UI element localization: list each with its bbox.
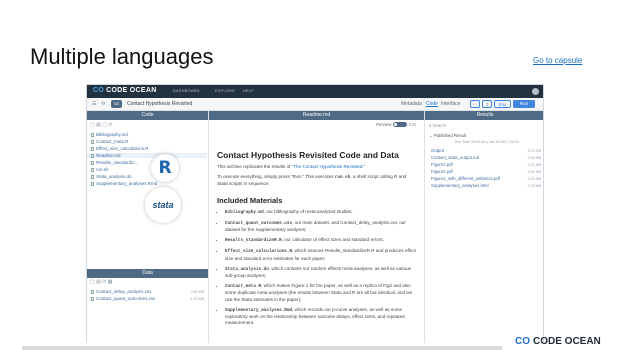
- data-pane-header: Data: [87, 269, 208, 278]
- capsule-title: Contact Hypothesis Revisited: [127, 101, 193, 107]
- readme-pane: Readme.md Preview Edit Contact Hypothesi…: [209, 111, 425, 345]
- file-item[interactable]: Bibliography.md: [91, 132, 128, 137]
- nav-dashboard[interactable]: DASHBOARD: [173, 89, 200, 93]
- result-file[interactable]: Figure2.pdf: [431, 169, 453, 174]
- top-nav: CO CODE OCEAN DASHBOARD EXPLORE HELP: [87, 85, 543, 98]
- result-file[interactable]: Figure1.pdf: [431, 162, 453, 167]
- data-file-item[interactable]: Contact_quant_outcomes.csv: [91, 296, 155, 301]
- file-item[interactable]: run.sh: [91, 167, 109, 172]
- r-language-logo: R: [151, 154, 179, 182]
- code-tools[interactable]: ▢ ▤ ▢ ⟳: [90, 122, 113, 129]
- footer-bar: [22, 346, 502, 350]
- tab-metadata[interactable]: Metadata: [401, 101, 422, 107]
- readme-intro: This archive replicates the results of "…: [217, 164, 366, 169]
- paper-link[interactable]: "The Contact Hypothesis Revisited.": [292, 164, 366, 169]
- history-icon[interactable]: ⟲: [101, 101, 105, 107]
- menu-icon[interactable]: ☰: [92, 101, 96, 107]
- result-file-size: 0.02 MB: [527, 156, 541, 160]
- capsule-version-badge[interactable]: v2: [111, 100, 122, 108]
- result-file-size: 0.01 MB: [527, 177, 541, 181]
- more-icon[interactable]: ⋯: [470, 100, 480, 108]
- list-item: Effect_size_calculations.R, which source…: [225, 248, 417, 261]
- app-logo[interactable]: CO CODE OCEAN: [93, 87, 157, 94]
- tab-code[interactable]: Code: [426, 101, 438, 107]
- file-item-selected[interactable]: Readme.md: [87, 153, 207, 158]
- published-result[interactable]: ⌄ Published Result: [429, 133, 466, 139]
- code-pane-header: Code: [87, 111, 208, 120]
- preview-toggle[interactable]: Preview Edit: [376, 122, 416, 127]
- footer-logo: CO CODE OCEAN: [515, 336, 601, 347]
- nav-explore[interactable]: EXPLORE: [215, 89, 235, 93]
- readme-header: Readme.md: [209, 111, 424, 120]
- section-heading: Included Materials: [217, 195, 283, 205]
- file-item[interactable]: Effect_size_calculations.R: [91, 146, 148, 151]
- result-file-size: 0.01 KB: [528, 149, 541, 153]
- list-item: Bibliography.md, our bibliography of met…: [225, 209, 417, 216]
- slide-title: Multiple languages: [30, 44, 214, 69]
- stata-language-logo: stata: [145, 187, 181, 223]
- published-meta: Run Time: 00:00:01s | Jan 26 2017 | 15:2…: [455, 140, 519, 144]
- file-item[interactable]: Contact_meta.R: [91, 139, 129, 144]
- list-item: Contact_quant_outcomes.csv, our main dat…: [225, 220, 417, 233]
- results-pane: Results ⌕ Search ⌄ Published Result Run …: [425, 111, 543, 345]
- toggle-switch[interactable]: [393, 122, 408, 127]
- result-file[interactable]: Output: [431, 148, 444, 153]
- result-file[interactable]: Contact_stata_output.md: [431, 155, 479, 160]
- result-file-size: 0.76 MB: [527, 184, 541, 188]
- materials-list: Bibliography.md, our bibliography of met…: [217, 209, 417, 327]
- data-tools[interactable]: ▢ ▤ ⟳ ▦: [90, 279, 113, 286]
- list-item: Stata_analysis.do, which contains our ra…: [225, 266, 417, 279]
- code-pane: Code ▢ ▤ ▢ ⟳ Bibliography.md Contact_met…: [87, 111, 209, 345]
- readme-document: Contact Hypothesis Revisited Code and Da…: [217, 128, 417, 326]
- app-screenshot: CO CODE OCEAN DASHBOARD EXPLORE HELP ☰ ⟲ …: [86, 84, 544, 346]
- results-header: Results: [425, 111, 543, 120]
- file-item[interactable]: Results_standardiz...: [91, 160, 138, 165]
- data-file-size: 0.50 MB: [190, 290, 204, 294]
- run-button[interactable]: Run: [513, 100, 535, 108]
- share-icon[interactable]: ⇪: [482, 100, 492, 108]
- capsule-toolbar: ☰ ⟲ v2 Contact Hypothesis Revisited Meta…: [87, 98, 543, 111]
- nav-help[interactable]: HELP: [243, 89, 254, 93]
- results-search[interactable]: ⌕ Search: [429, 123, 446, 128]
- readme-title: Contact Hypothesis Revisited Code and Da…: [217, 150, 399, 160]
- readme-run-text: To execute everything, simply press "Run…: [217, 174, 407, 187]
- result-file-size: 0.01 MB: [527, 163, 541, 167]
- result-file[interactable]: Supplementary_analyses.html: [431, 183, 489, 188]
- result-file[interactable]: Figure2_with_different_asthetics.pdf: [431, 176, 500, 181]
- user-avatar[interactable]: [532, 88, 539, 95]
- data-file-item[interactable]: Contact_delay_analysis.csv: [91, 289, 152, 294]
- list-item: Supplementary_analyses.Rmd, which record…: [225, 307, 417, 327]
- list-item: Contact_meta.R, which makes Figure 1 for…: [225, 283, 417, 303]
- result-file-size: 0.01 MB: [527, 170, 541, 174]
- environment-button[interactable]: Env: [494, 100, 511, 108]
- data-file-size: 1.20 MB: [190, 297, 204, 301]
- file-item[interactable]: Stata_analysis.do: [91, 174, 132, 179]
- file-item[interactable]: Supplementary_analyses.Rmd: [91, 181, 157, 186]
- go-to-capsule-link[interactable]: Go to capsule: [533, 56, 582, 65]
- list-item: Results_standardizeR.R, our calculator o…: [225, 237, 417, 244]
- tab-interface[interactable]: Interface: [441, 101, 460, 107]
